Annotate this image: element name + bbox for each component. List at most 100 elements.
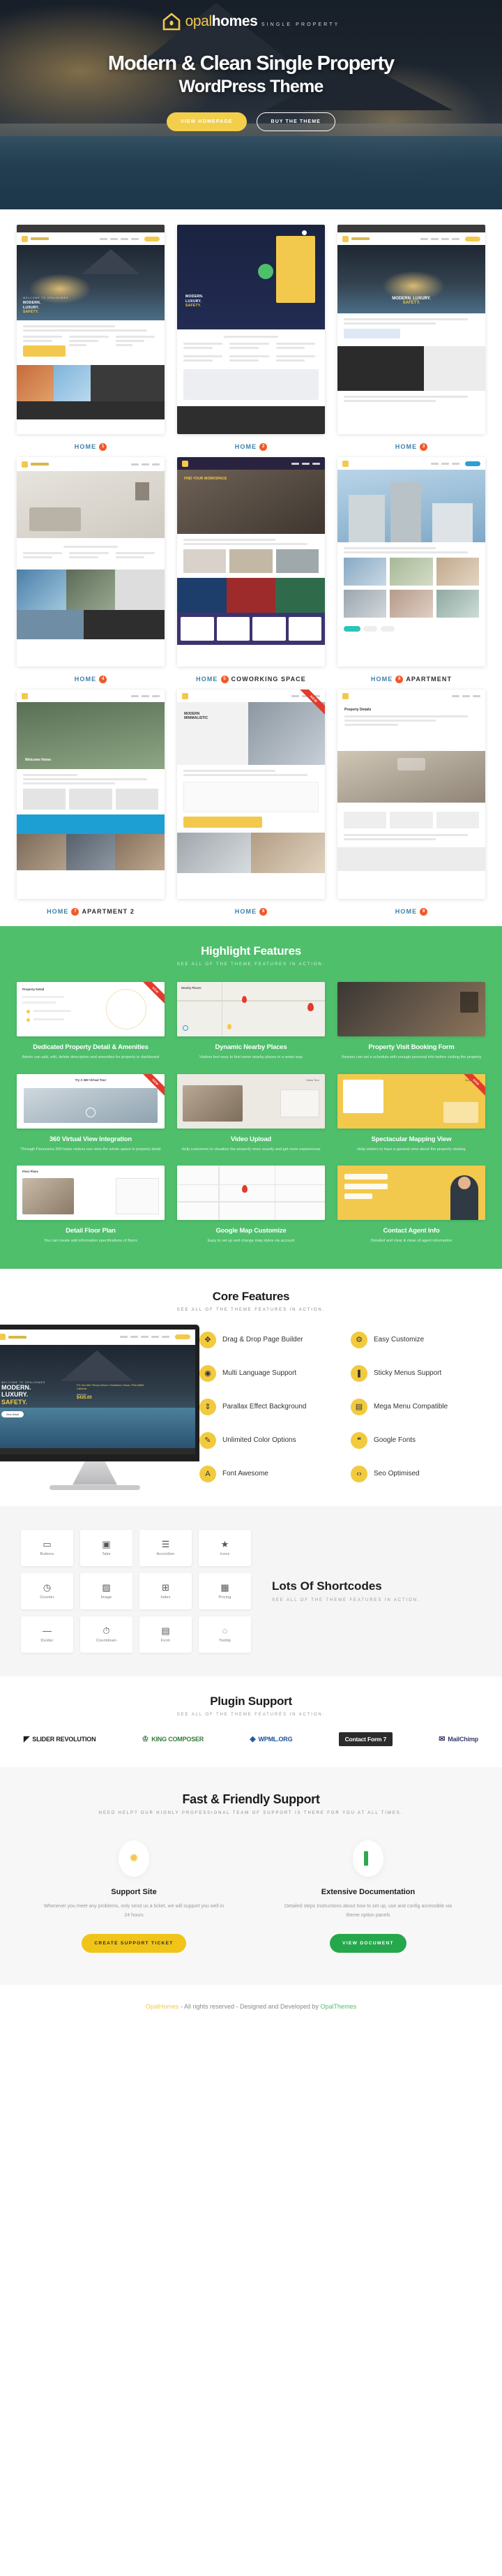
shortcode-name: Index <box>160 1595 171 1600</box>
highlight-card-desc: You can create add information specifica… <box>44 1239 137 1243</box>
demo-thumbnail[interactable]: MODERN. LUXURY. SAFETY. <box>177 225 325 434</box>
mini-cta-button[interactable] <box>175 1334 190 1339</box>
highlight-card[interactable]: NEW Property Detail Dedicated Property D… <box>17 982 165 1062</box>
core-features-section: Core Features SEE ALL OF THE THEME FEATU… <box>0 1268 502 1506</box>
demo-grid-section: WELCOME TO OPALHOMES MODERN. LUXURY. SAFETY… <box>0 209 502 926</box>
highlight-card[interactable]: Google Map Customize Easy to set up and … <box>176 1166 325 1245</box>
video-upload-shot: Video Tour <box>176 1073 325 1129</box>
shortcode-tile[interactable]: ◷ Counter <box>21 1572 73 1609</box>
plugin-logo-mc[interactable]: ✉ MailChimp <box>439 1734 478 1743</box>
tabs-icon: ▣ <box>102 1538 111 1549</box>
highlight-card[interactable]: Nearby Places Dynamic Nearby Places Visi… <box>176 982 325 1062</box>
demo-label[interactable]: HOME 3 <box>337 440 485 453</box>
demo-thumbnail[interactable]: Welcome Home <box>17 690 165 899</box>
move-icon: ✥ <box>199 1331 216 1348</box>
demo-thumbnail[interactable]: NEW MODERN MINIMALISTIC <box>177 690 325 899</box>
shortcode-tile[interactable]: ◌ Tooltip <box>199 1616 251 1653</box>
highlight-subtitle: SEE ALL OF THE THEME FEATURES IN ACTION. <box>176 962 326 967</box>
shortcode-tile[interactable]: ⊞ Index <box>139 1572 192 1609</box>
core-feature-label: Google Fonts <box>374 1436 416 1444</box>
demo-label[interactable]: HOME 6 APARTMENT <box>337 673 485 685</box>
new-ribbon: NEW <box>294 690 325 720</box>
demo-thumbnail[interactable]: FIND YOUR WORKSPACE <box>177 457 325 667</box>
support-card-button[interactable]: VIEW DOCUMENT <box>330 1934 406 1953</box>
demo-label[interactable]: HOME 5 COWORKING SPACE <box>177 673 325 685</box>
shortcode-tile[interactable]: ▣ Tabs <box>80 1529 132 1566</box>
demo-label-text: HOME <box>234 908 257 915</box>
shortcode-tile[interactable]: ▭ Buttons <box>21 1529 73 1566</box>
demo-number-badge: 9 <box>420 907 428 916</box>
countdown-icon: ⏱ <box>102 1625 110 1636</box>
core-feature-item: A Font Awesome <box>199 1465 351 1482</box>
demo-thumbnail[interactable]: Property Details <box>337 690 485 899</box>
shortcode-tile[interactable]: ⏱ Countdown <box>80 1616 132 1653</box>
demo-label-text: HOME <box>395 443 418 450</box>
plugin-logo-slider[interactable]: ◤ SLIDER REVOLUTION <box>24 1734 96 1743</box>
shortcode-tile[interactable]: ▨ Image <box>80 1572 132 1609</box>
footer-author[interactable]: OpalThemes <box>321 2003 357 2010</box>
support-card-button[interactable]: CREATE SUPPORT TICKET <box>82 1934 186 1953</box>
shortcode-name: Pricing <box>218 1595 231 1600</box>
core-feature-item: ‹› Seo Optimised <box>351 1465 502 1482</box>
support-card: ▌ Extensive Documentation Detailed steps… <box>251 1840 485 1953</box>
plugin-logo-wpml[interactable]: ◈ WPML.ORG <box>250 1734 292 1743</box>
demo-cell: MODERN. LUXURY. SAFETY. HOME 2 <box>177 225 325 453</box>
demo-label-text: HOME <box>74 676 97 683</box>
plugin-logo-cf7[interactable]: Contact Form 7 <box>338 1732 393 1746</box>
highlight-card[interactable]: Floor Plans Detail Floor Plan You can cr… <box>17 1166 165 1245</box>
core-feature-label: Parallax Effect Background <box>222 1403 307 1410</box>
plugin-logo-kc[interactable]: ♔ KING COMPOSER <box>142 1734 204 1743</box>
demo-label-text: HOME <box>196 676 218 683</box>
quote-icon: ❝ <box>351 1431 367 1449</box>
demo-number-badge: 2 <box>259 442 268 451</box>
plugin-mark-icon: ◤ <box>24 1735 30 1743</box>
core-feature-label: Unlimited Color Options <box>222 1436 296 1444</box>
ribbon-label: NEW <box>139 1073 165 1099</box>
buy-theme-button[interactable]: BUY THE THEME <box>256 112 335 131</box>
demo-label[interactable]: HOME 2 <box>177 440 325 453</box>
demo-thumbnail[interactable] <box>337 457 485 667</box>
shortcode-tile[interactable]: ☰ Accordion <box>139 1529 192 1566</box>
highlight-card-title: 360 Virtual View Integration <box>49 1135 132 1143</box>
demo-row: Welcome Home HOME 7 APARTMENT 2 NEW MODE… <box>17 690 485 918</box>
imac-mockup: WELCOME TO OPALHOMES MODERN. LUXURY. SAF… <box>0 1324 199 1490</box>
shortcode-tile[interactable]: ▤ Form <box>139 1616 192 1653</box>
shortcode-tile[interactable]: ― Divider <box>21 1616 73 1653</box>
footer-brand[interactable]: OpalHomes <box>146 2003 179 2010</box>
shortcode-tile[interactable]: ★ Icons <box>199 1529 251 1566</box>
virtual-tour-shot: NEW Try A 360 Virtual Tour <box>17 1073 165 1129</box>
view-homepage-button[interactable]: VIEW HOMEPAGE <box>167 112 247 131</box>
demo-label[interactable]: HOME 9 <box>337 905 485 918</box>
highlight-card[interactable]: NEW Spectacular Spectacular Mapping View… <box>337 1073 485 1154</box>
imac-cta-button[interactable]: View Detail <box>1 1411 24 1418</box>
highlight-card[interactable]: NEW Try A 360 Virtual Tour 360 Virtual V… <box>17 1073 165 1154</box>
demo-thumbnail[interactable]: WELCOME TO OPALHOMES MODERN. LUXURY. SAFETY… <box>17 225 165 434</box>
highlight-card[interactable]: Contact Agent Info Detailed and clear & … <box>337 1166 485 1245</box>
highlight-card[interactable]: Property Visit Booking Form Viewers can … <box>337 982 485 1062</box>
highlight-card-desc: Viewers can set a schedule with enough p… <box>341 1055 482 1059</box>
shortcode-name: Icons <box>220 1551 230 1556</box>
image-icon: ▨ <box>102 1581 111 1593</box>
imac-price: $435.00 <box>77 1395 92 1400</box>
font-awesome-icon: A <box>199 1465 216 1482</box>
shortcodes-title: Lots Of Shortcodes <box>272 1579 382 1593</box>
plugin-name: WPML.ORG <box>258 1735 293 1743</box>
demo-label-text: HOME <box>395 908 418 915</box>
imac-stand <box>73 1461 117 1485</box>
core-feature-label: Sticky Menus Support <box>374 1369 442 1377</box>
demo-thumbnail[interactable] <box>17 457 165 667</box>
contact-agent-shot <box>337 1166 485 1220</box>
demo-label-suffix: COWORKING SPACE <box>231 676 306 683</box>
demo-label[interactable]: HOME 1 <box>17 440 165 453</box>
demo-label[interactable]: HOME 7 APARTMENT 2 <box>17 905 165 918</box>
highlight-card[interactable]: Video Tour Video Upload Help customers t… <box>176 1073 325 1154</box>
demo-label[interactable]: HOME 4 <box>17 673 165 685</box>
demo-label[interactable]: HOME 8 <box>177 905 325 918</box>
core-features-left-column: ✥ Drag & Drop Page Builder ◉ Multi Langu… <box>199 1331 351 1499</box>
site-logo[interactable]: opalhomes SINGLE PROPERTY <box>162 13 340 31</box>
google-map-shot <box>176 1166 325 1220</box>
shortcode-tile[interactable]: ▦ Pricing <box>199 1572 251 1609</box>
demo-number-badge: 1 <box>99 442 107 451</box>
demo-thumbnail[interactable]: MODERN. LUXURY. SAFETY. <box>337 225 485 434</box>
support-icon-wrap: ▌ <box>353 1840 383 1877</box>
